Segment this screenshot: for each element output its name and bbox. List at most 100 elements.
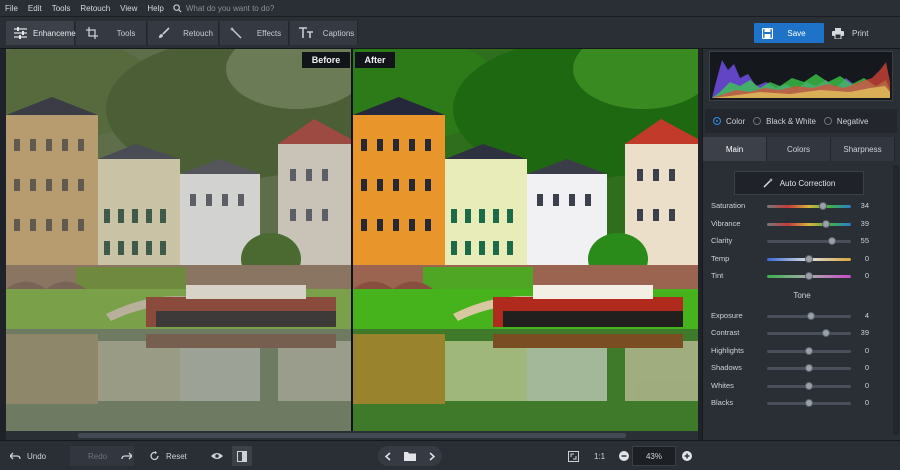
- menu-tools[interactable]: Tools: [47, 4, 76, 13]
- slider-value: 55: [860, 236, 869, 245]
- tab-captions-label: Captions: [322, 28, 355, 38]
- zoom-out-button[interactable]: [619, 446, 631, 466]
- undo-button[interactable]: Undo: [10, 446, 66, 466]
- slider-label: Clarity: [711, 236, 733, 245]
- slider-handle[interactable]: [805, 381, 813, 390]
- slider-handle[interactable]: [805, 399, 813, 407]
- slider-handle[interactable]: [821, 329, 830, 337]
- toolbar: Enhancement Tools Retouch Effects Captio…: [0, 17, 900, 49]
- fit-screen-icon: [568, 450, 579, 462]
- scrollbar-thumb[interactable]: [78, 433, 626, 438]
- slider-label: Tint: [711, 271, 724, 280]
- eye-icon: [211, 452, 223, 460]
- slider-handle[interactable]: [819, 202, 828, 210]
- slider-handle[interactable]: [805, 364, 813, 372]
- tab-sharpness[interactable]: Sharpness: [831, 137, 895, 161]
- tab-tools[interactable]: Tools: [76, 21, 147, 45]
- chevron-right-icon[interactable]: [429, 451, 436, 461]
- slider-contrast: Contrast 39: [703, 326, 900, 340]
- chevron-left-icon[interactable]: [384, 451, 391, 461]
- tab-effects[interactable]: Effects: [220, 21, 289, 45]
- bottom-bar: Undo Redo Reset 1:1 43%: [0, 440, 900, 470]
- slider-label: Vibrance: [711, 218, 741, 228]
- slider-value: 0: [864, 380, 869, 390]
- split-view-button[interactable]: [232, 446, 252, 466]
- menu-retouch[interactable]: Retouch: [75, 4, 115, 13]
- menu-help[interactable]: Help: [142, 4, 168, 13]
- fit-to-screen-button[interactable]: [568, 446, 582, 466]
- undo-icon: [10, 452, 21, 461]
- search-box[interactable]: [173, 3, 386, 13]
- slider-label: Saturation: [711, 201, 746, 210]
- search-input[interactable]: [185, 3, 386, 13]
- slider-handle[interactable]: [805, 254, 813, 263]
- histogram: [709, 51, 893, 101]
- slider-value: 34: [860, 201, 869, 210]
- zoom-level-input[interactable]: 43%: [632, 446, 676, 466]
- save-button[interactable]: Save: [754, 23, 824, 43]
- slider-blacks: Blacks 0: [703, 396, 900, 410]
- mode-negative-radio[interactable]: [823, 117, 832, 125]
- reset-icon: [150, 451, 160, 461]
- panel-scrollbar[interactable]: [893, 165, 899, 435]
- slider-value: 0: [864, 345, 869, 355]
- preview-eye-button[interactable]: [211, 446, 225, 466]
- tab-enhancement[interactable]: Enhancement: [6, 21, 82, 45]
- print-button[interactable]: Print: [826, 23, 894, 43]
- slider-shadows: Shadows 0: [703, 361, 900, 375]
- menu-view[interactable]: View: [115, 4, 142, 13]
- tab-retouch-label: Retouch: [183, 28, 213, 38]
- slider-handle[interactable]: [821, 219, 830, 228]
- mode-bw-radio[interactable]: [753, 117, 762, 125]
- slider-handle[interactable]: [806, 311, 815, 320]
- zoom-in-button[interactable]: [682, 446, 694, 466]
- slider-handle[interactable]: [805, 272, 813, 280]
- after-image: [353, 49, 698, 431]
- image-navigation: [378, 446, 442, 466]
- mode-color-radio[interactable]: [713, 117, 721, 125]
- slider-highlights: Highlights 0: [703, 344, 900, 358]
- adjustments-panel: Color Black & White Negative Main Colors…: [702, 49, 900, 440]
- slider-label: Whites: [711, 380, 734, 390]
- auto-correction-button[interactable]: Auto Correction: [734, 171, 864, 195]
- mode-bw-label[interactable]: Black & White: [766, 117, 816, 126]
- slider-label: Highlights: [711, 345, 744, 355]
- search-icon: [173, 3, 182, 13]
- mode-negative-label[interactable]: Negative: [837, 117, 869, 126]
- slider-handle[interactable]: [827, 237, 836, 245]
- plus-icon: [682, 451, 692, 461]
- floppy-disk-icon: [762, 27, 773, 39]
- slider-track[interactable]: [767, 332, 851, 335]
- tab-retouch[interactable]: Retouch: [148, 21, 219, 45]
- menu-file[interactable]: File: [0, 4, 23, 13]
- slider-saturation: Saturation 34: [703, 199, 900, 213]
- reset-button[interactable]: Reset: [150, 446, 200, 466]
- slider-label: Temp: [711, 253, 730, 263]
- slider-value: 39: [860, 218, 869, 228]
- save-label: Save: [787, 28, 806, 38]
- slider-handle[interactable]: [805, 346, 813, 355]
- photo-viewer[interactable]: Before After: [6, 49, 698, 431]
- slider-track[interactable]: [767, 205, 851, 208]
- actual-size-button[interactable]: 1:1: [594, 446, 610, 466]
- menu-bar: File Edit Tools Retouch View Help: [0, 0, 900, 17]
- folder-icon[interactable]: [403, 451, 416, 461]
- slider-tint: Tint 0: [703, 269, 900, 283]
- tone-section-header: Tone: [793, 290, 811, 300]
- slider-track[interactable]: [767, 240, 851, 243]
- horizontal-scrollbar[interactable]: [6, 431, 698, 440]
- slider-value: 39: [860, 328, 869, 337]
- text-icon: [298, 25, 314, 41]
- slider-exposure: Exposure 4: [703, 309, 900, 323]
- redo-button[interactable]: Redo: [70, 446, 134, 466]
- menu-edit[interactable]: Edit: [23, 4, 47, 13]
- slider-track[interactable]: [767, 222, 851, 226]
- mode-color-label[interactable]: Color: [726, 117, 745, 126]
- tab-colors[interactable]: Colors: [767, 137, 831, 161]
- slider-clarity: Clarity 55: [703, 234, 900, 248]
- minus-icon: [619, 451, 629, 461]
- redo-icon: [121, 452, 133, 461]
- slider-vibrance: Vibrance 39: [703, 217, 900, 231]
- tab-main[interactable]: Main: [703, 137, 767, 161]
- tab-captions[interactable]: Captions: [290, 21, 358, 45]
